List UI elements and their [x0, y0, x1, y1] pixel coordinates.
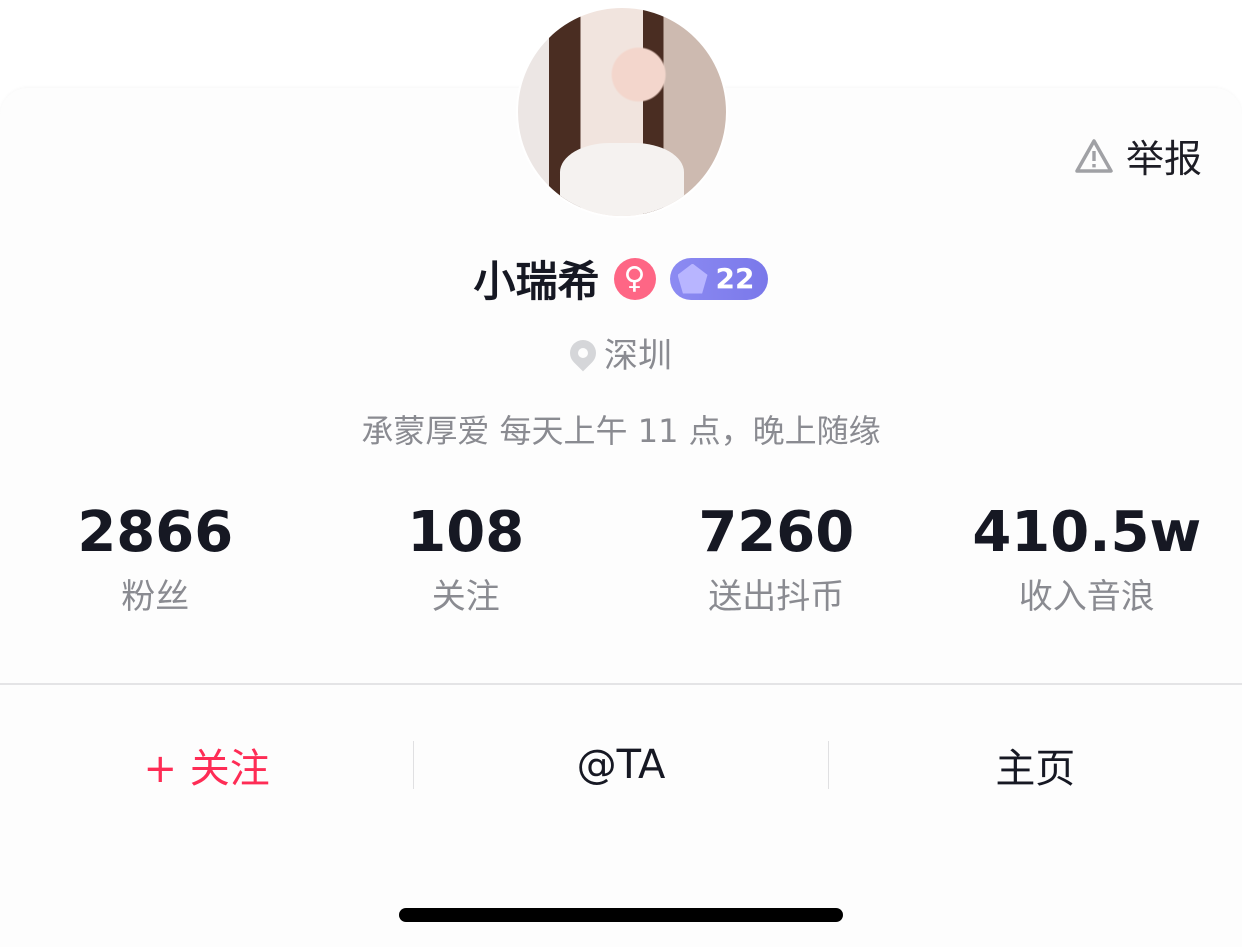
report-button[interactable]: 举报 [1074, 128, 1202, 183]
mention-button[interactable]: @TA [414, 742, 827, 788]
stat-following[interactable]: 108 关注 [311, 500, 622, 618]
location: 深圳 [0, 328, 1242, 377]
avatar[interactable] [516, 6, 728, 218]
stat-label: 收入音浪 [1018, 577, 1155, 617]
stat-coins-sent: 7260 送出抖币 [621, 500, 932, 618]
stat-sound-waves: 410.5w 收入音浪 [932, 500, 1242, 618]
stats-row: 2866 粉丝 108 关注 7260 送出抖币 410.5w 收入音浪 [0, 500, 1242, 618]
stat-label: 关注 [431, 577, 500, 617]
stat-label: 粉丝 [121, 577, 190, 617]
diamond-icon [677, 263, 708, 294]
divider [0, 683, 1242, 685]
location-pin-icon [564, 334, 602, 371]
home-indicator[interactable] [399, 908, 843, 922]
stat-fans[interactable]: 2866 粉丝 [0, 500, 311, 618]
stat-value: 7260 [698, 500, 855, 565]
bio: 承蒙厚爱 每天上午 11 点，晚上随缘 [361, 412, 881, 450]
report-label: 举报 [1125, 137, 1202, 181]
stat-value: 108 [407, 500, 525, 565]
user-name: 小瑞希 [473, 257, 600, 306]
stat-value: 2866 [77, 500, 234, 565]
female-icon: ♀ [613, 257, 656, 300]
level-badge[interactable]: 22 [669, 257, 769, 300]
avatar-photo-detail [559, 143, 685, 216]
action-bar: + 关注 @TA 主页 [0, 730, 1242, 800]
location-text: 深圳 [604, 336, 672, 376]
follow-button[interactable]: + 关注 [0, 736, 413, 794]
level-value: 22 [715, 262, 755, 295]
warning-icon [1075, 138, 1113, 173]
stat-value: 410.5w [972, 500, 1202, 565]
stat-label: 送出抖币 [708, 577, 845, 617]
homepage-button[interactable]: 主页 [829, 736, 1242, 794]
